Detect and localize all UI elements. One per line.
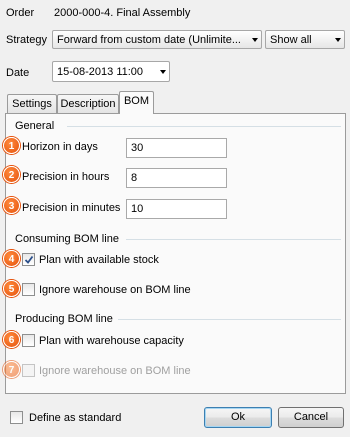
consuming-section-title: Consuming BOM line xyxy=(15,233,119,245)
tab-settings[interactable]: Settings xyxy=(7,94,57,114)
chevron-down-icon xyxy=(335,38,341,42)
plan-warehouse-capacity-checkbox[interactable] xyxy=(22,334,35,347)
view-filter-select[interactable]: Show all xyxy=(265,30,345,49)
ignore-warehouse-consuming-checkbox[interactable] xyxy=(22,283,35,296)
callout-badge-3: 3 xyxy=(3,197,20,214)
date-label: Date xyxy=(6,67,30,79)
order-value: 2000-000-4. Final Assembly xyxy=(54,7,191,19)
horizon-days-label: Horizon in days xyxy=(22,141,98,153)
section-divider xyxy=(126,239,341,240)
callout-badge-7: 7 xyxy=(3,361,20,378)
precision-minutes-label: Precision in minutes xyxy=(22,202,121,214)
strategy-select-value: Forward from custom date (Unlimite... xyxy=(57,34,241,46)
ignore-warehouse-consuming-label[interactable]: Ignore warehouse on BOM line xyxy=(39,283,191,297)
ok-button[interactable]: Ok xyxy=(204,407,272,428)
tab-description[interactable]: Description xyxy=(57,94,119,114)
precision-hours-label: Precision in hours xyxy=(22,171,110,183)
date-value: 15-08-2013 11:00 xyxy=(57,66,144,78)
general-section-title: General xyxy=(15,120,55,132)
plan-available-stock-checkbox[interactable] xyxy=(22,253,35,266)
date-picker[interactable]: 15-08-2013 11:00 xyxy=(52,61,170,82)
define-standard-checkbox[interactable] xyxy=(10,411,23,424)
callout-badge-1: 1 xyxy=(3,137,20,154)
section-divider xyxy=(67,126,341,127)
ignore-warehouse-producing-checkbox xyxy=(22,364,35,377)
order-label: Order xyxy=(6,7,35,19)
checkmark-icon xyxy=(24,255,34,264)
strategy-select[interactable]: Forward from custom date (Unlimite... xyxy=(52,30,262,49)
callout-badge-6: 6 xyxy=(3,331,20,348)
plan-available-stock-label[interactable]: Plan with available stock xyxy=(39,253,159,267)
callout-badge-5: 5 xyxy=(3,280,20,297)
cancel-button[interactable]: Cancel xyxy=(278,407,344,428)
define-standard-label[interactable]: Define as standard xyxy=(29,411,121,425)
chevron-down-icon xyxy=(160,70,166,74)
precision-hours-input[interactable]: 8 xyxy=(126,168,227,188)
horizon-days-input[interactable]: 30 xyxy=(126,138,227,158)
callout-badge-2: 2 xyxy=(3,166,20,183)
precision-minutes-input[interactable]: 10 xyxy=(126,199,227,219)
ignore-warehouse-producing-label: Ignore warehouse on BOM line xyxy=(39,365,191,377)
tab-bom[interactable]: BOM xyxy=(119,91,154,114)
view-filter-value: Show all xyxy=(270,34,312,46)
plan-warehouse-capacity-label[interactable]: Plan with warehouse capacity xyxy=(39,334,184,348)
bom-tab-panel: General 1 Horizon in days 30 2 Precision… xyxy=(3,113,346,394)
producing-section-title: Producing BOM line xyxy=(15,313,113,325)
section-divider xyxy=(118,319,341,320)
strategy-label: Strategy xyxy=(6,34,47,46)
callout-badge-4: 4 xyxy=(3,250,20,267)
chevron-down-icon xyxy=(252,38,258,42)
